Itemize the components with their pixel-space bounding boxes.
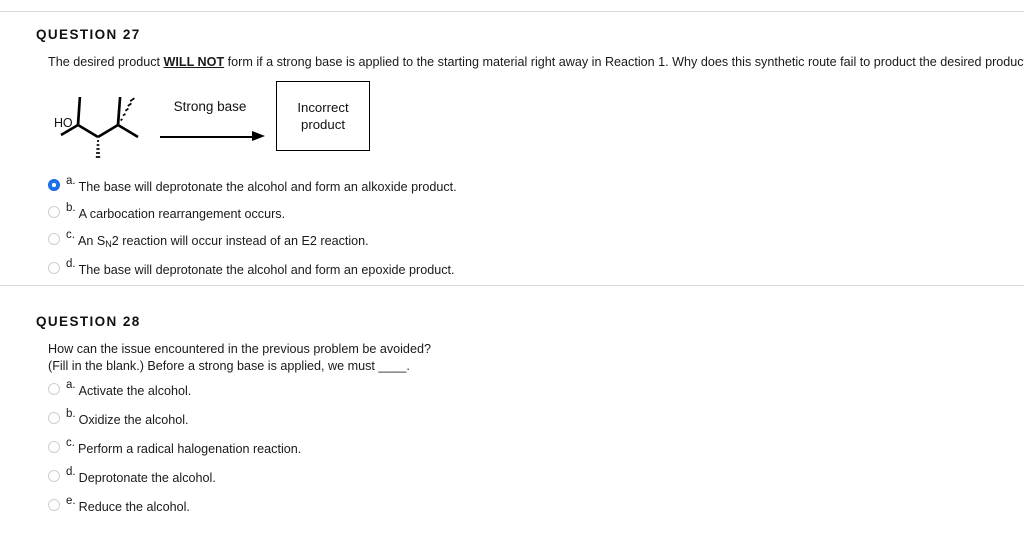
option-28-b-text: Oxidize the alcohol. [78,413,189,427]
option-28-a-text: Activate the alcohol. [78,384,192,398]
radio-28-c[interactable] [48,441,60,453]
reaction-arrow-line [160,136,260,138]
reaction-arrow-group: Strong base [152,89,268,153]
option-28-d-letter: d. [66,466,76,478]
option-27-c-text: An SN2 reaction will occur instead of an… [78,234,369,251]
option-28-c-text: Perform a radical halogenation reaction. [77,442,302,456]
option-27-a-letter: a. [66,175,76,187]
radio-27-b[interactable] [48,206,60,218]
option-28-d[interactable]: d. Deprotonate the alcohol. [48,466,1024,486]
incorrect-product-line-1: Incorrect [297,100,349,115]
question-divider [0,285,1024,286]
option-28-d-text: Deprotonate the alcohol. [78,471,216,485]
question-28-options: a. Activate the alcohol. b. Oxidize the … [0,375,1024,515]
radio-28-e[interactable] [48,499,60,511]
question-27-body-emphasis: WILL NOT [163,55,225,69]
radio-27-c[interactable] [48,233,60,245]
question-28-body: How can the issue encountered in the pre… [0,329,1024,375]
option-27-b[interactable]: b. A carbocation rearrangement occurs. [48,202,1024,222]
reagent-label: Strong base [173,99,247,114]
option-27-d-letter: d. [66,258,76,270]
option-27-d-text: The base will deprotonate the alcohol an… [78,263,455,277]
option-28-c-letter: c. [66,437,75,449]
question-28-body-line-1: How can the issue encountered in the pre… [48,342,431,356]
radio-28-d[interactable] [48,470,60,482]
reaction-scheme: HO Strong base Incorrect product [48,81,1024,167]
radio-27-d[interactable] [48,262,60,274]
question-28-block: QUESTION 28 How can the issue encountere… [0,299,1024,515]
option-27-d[interactable]: d. The base will deprotonate the alcohol… [48,258,1024,278]
option-28-a-letter: a. [66,379,76,391]
option-27-b-letter: b. [66,202,76,214]
hydroxyl-label: HO [54,116,73,130]
option-28-b-letter: b. [66,408,76,420]
option-27-c-letter: c. [66,229,75,241]
question-27-body-prefix: The desired product [48,55,164,69]
option-28-c[interactable]: c. Perform a radical halogenation reacti… [48,437,1024,457]
incorrect-product-box-text: Incorrect product [297,99,348,133]
option-27-c-text-after: 2 reaction will occur instead of an E2 r… [111,234,369,248]
option-27-a[interactable]: a. The base will deprotonate the alcohol… [48,175,1024,195]
question-27-block: QUESTION 27 The desired product WILL NOT… [0,12,1024,278]
option-28-e-letter: e. [66,495,76,507]
option-28-a[interactable]: a. Activate the alcohol. [48,379,1024,399]
question-27-options: a. The base will deprotonate the alcohol… [0,167,1024,278]
question-27-body: The desired product WILL NOT form if a s… [0,42,1024,71]
option-27-b-text: A carbocation rearrangement occurs. [78,207,286,221]
question-28-heading: QUESTION 28 [36,314,141,329]
question-27-body-suffix: form if a strong base is applied to the … [224,55,1024,69]
option-27-c[interactable]: c. An SN2 reaction will occur instead of… [48,229,1024,251]
question-27-heading: QUESTION 27 [36,27,141,42]
radio-28-b[interactable] [48,412,60,424]
incorrect-product-box: Incorrect product [276,81,370,151]
question-28-body-line-2: (Fill in the blank.) Before a strong bas… [48,359,410,373]
option-27-a-text: The base will deprotonate the alcohol an… [78,180,457,194]
radio-28-a[interactable] [48,383,60,395]
reaction-arrow-head-icon [252,131,265,141]
option-28-e[interactable]: e. Reduce the alcohol. [48,495,1024,515]
incorrect-product-line-2: product [301,117,345,132]
option-28-e-text: Reduce the alcohol. [78,500,190,514]
radio-27-a[interactable] [48,179,60,191]
option-28-b[interactable]: b. Oxidize the alcohol. [48,408,1024,428]
option-27-c-text-before: An S [77,234,106,248]
